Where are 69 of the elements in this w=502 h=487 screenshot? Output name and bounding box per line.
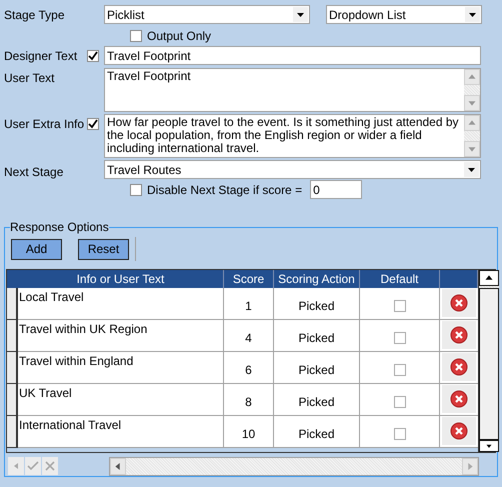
- checkbox[interactable]: [394, 364, 406, 376]
- checkbox[interactable]: [130, 184, 142, 196]
- caret-icon[interactable]: [293, 7, 308, 22]
- delete-button[interactable]: [442, 321, 476, 350]
- close-icon: [450, 358, 468, 376]
- table-cell: International Travel: [18, 416, 224, 448]
- checkbox-label: Output Only: [147, 28, 212, 42]
- column-header[interactable]: Info or User Text: [18, 270, 224, 288]
- scrollbar[interactable]: [109, 456, 479, 476]
- table-cell: 1: [224, 288, 274, 320]
- column-header[interactable]: Score: [224, 270, 274, 288]
- caret-icon[interactable]: [464, 162, 479, 177]
- row-header[interactable]: [7, 416, 18, 448]
- checkbox[interactable]: [394, 396, 406, 408]
- field-label: User Text: [4, 71, 54, 85]
- table-cell: Travel within England: [18, 352, 224, 384]
- table-cell: 8: [224, 384, 274, 416]
- close-icon: [450, 294, 468, 312]
- column-header[interactable]: Default: [360, 270, 440, 288]
- table-cell: 4: [224, 320, 274, 352]
- scrollbar[interactable]: [478, 270, 499, 452]
- close-icon: [450, 390, 468, 408]
- table-cell: UK Travel: [18, 384, 224, 416]
- field-label: User Extra Info: [4, 117, 84, 131]
- table-cell: Picked: [274, 288, 360, 320]
- reset-button[interactable]: Reset: [78, 238, 129, 260]
- caret-icon[interactable]: [465, 7, 480, 22]
- field-label: Next Stage: [4, 164, 64, 178]
- checkbox[interactable]: [394, 332, 406, 344]
- delete-button[interactable]: [442, 353, 476, 382]
- row-header[interactable]: [7, 352, 18, 384]
- check-icon[interactable]: [25, 457, 41, 476]
- group-title: Response Options: [10, 221, 109, 233]
- checkbox[interactable]: [394, 300, 406, 312]
- checkbox-label: Disable Next Stage if score =: [147, 182, 302, 196]
- close-icon: [450, 326, 468, 344]
- user-text-field[interactable]: Travel Footprint: [104, 68, 481, 112]
- row-header[interactable]: [7, 320, 18, 352]
- field-label: Designer Text: [4, 48, 78, 62]
- column-header[interactable]: Scoring Action: [274, 270, 360, 288]
- field-label: Stage Type: [4, 8, 64, 22]
- designer-text-field[interactable]: Travel Footprint: [104, 46, 481, 65]
- checkbox[interactable]: [87, 118, 99, 130]
- stage-type-select[interactable]: Picklist: [104, 5, 310, 24]
- row-header[interactable]: [7, 384, 18, 416]
- next-stage-select[interactable]: Travel Routes: [104, 160, 481, 179]
- scroll-thumb[interactable]: [479, 288, 499, 440]
- delete-button[interactable]: [442, 289, 476, 318]
- checkbox[interactable]: [394, 428, 406, 440]
- user-extra-info-field[interactable]: How far people travel to the event. Is it something just attended by the local population, from the English region or wider a field including international travel.: [104, 114, 481, 158]
- table-cell: Picked: [274, 352, 360, 384]
- delete-button[interactable]: [442, 417, 476, 446]
- header-cell: [440, 270, 478, 288]
- table-cell: Picked: [274, 320, 360, 352]
- table-cell: Picked: [274, 384, 360, 416]
- display-type-select[interactable]: Dropdown List: [326, 5, 482, 24]
- header-cell: [7, 270, 18, 288]
- table-cell: Picked: [274, 416, 360, 448]
- table-cell: 6: [224, 352, 274, 384]
- table-cell: 10: [224, 416, 274, 448]
- delete-button[interactable]: [442, 385, 476, 414]
- table-cell: Travel within UK Region: [18, 320, 224, 352]
- checkbox[interactable]: [130, 30, 142, 42]
- add-button[interactable]: Add: [11, 238, 62, 260]
- row-header[interactable]: [7, 288, 18, 320]
- table-cell: Local Travel: [18, 288, 224, 320]
- checkbox[interactable]: [87, 50, 99, 62]
- close-icon: [450, 422, 468, 440]
- score-field[interactable]: 0: [310, 180, 362, 199]
